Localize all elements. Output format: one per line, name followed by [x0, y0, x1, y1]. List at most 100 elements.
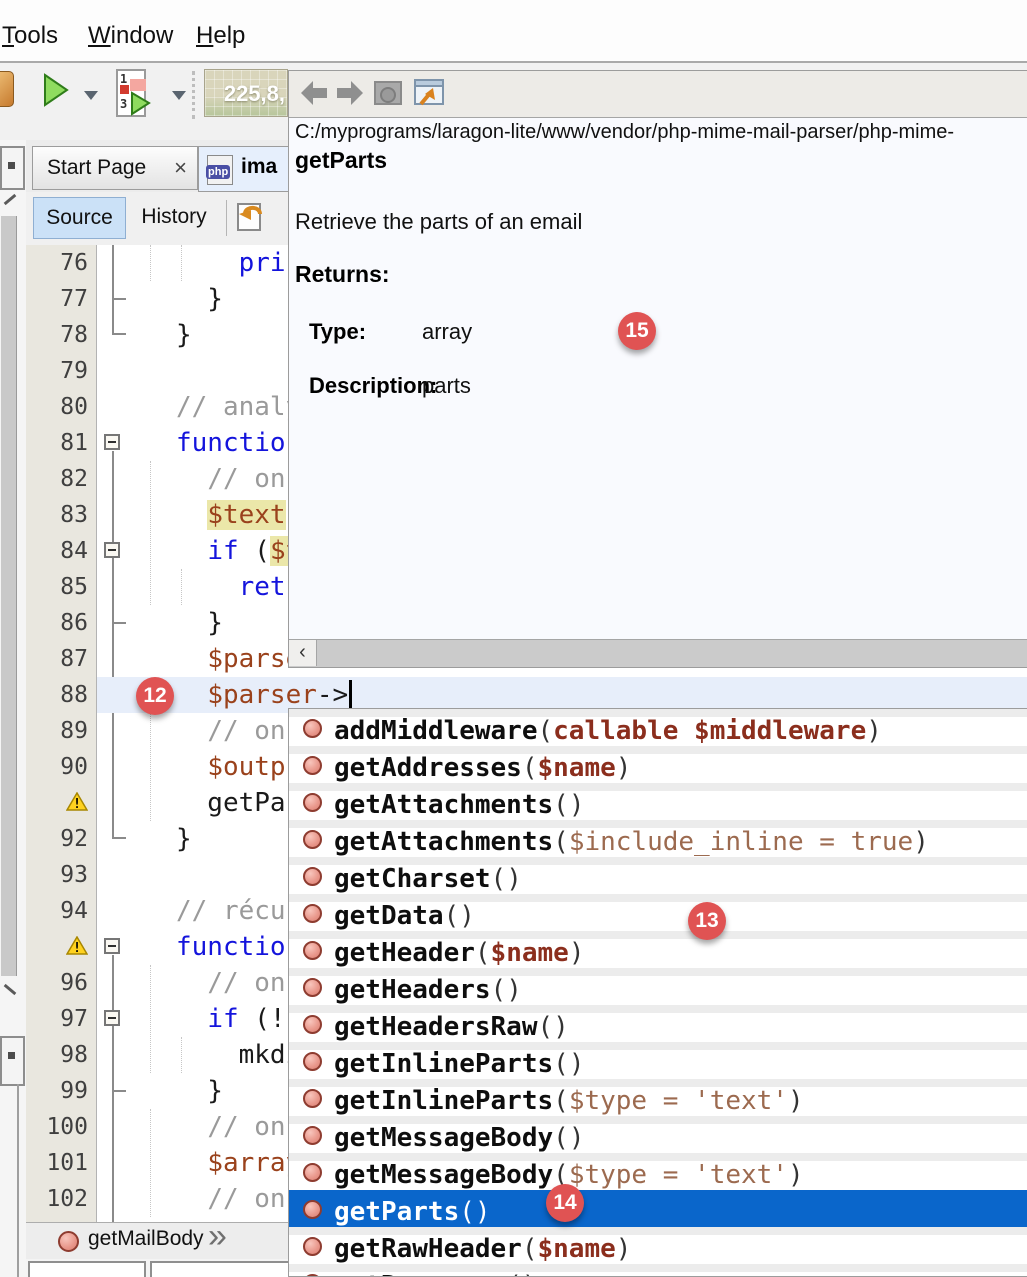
- memory-indicator[interactable]: 225,8,: [204, 69, 288, 117]
- callout-badge-15: 15: [618, 312, 656, 350]
- documentation-popup: C:/myprograms/laragon-lite/www/vendor/ph…: [288, 70, 1027, 668]
- completion-item-getCharset[interactable]: getCharset(): [289, 857, 1027, 894]
- completion-item-getMessageBody[interactable]: getMessageBody(): [289, 1116, 1027, 1153]
- line-number[interactable]: 82: [26, 461, 94, 497]
- method-icon: [303, 756, 322, 775]
- menu-window[interactable]: Window: [88, 22, 173, 50]
- rail-button-top[interactable]: [0, 146, 25, 190]
- line-number[interactable]: 85: [26, 569, 94, 605]
- forward-icon[interactable]: [333, 78, 367, 108]
- status-cell: [28, 1261, 146, 1277]
- line-number[interactable]: 86: [26, 605, 94, 641]
- rail-scroll-down-icon[interactable]: [4, 984, 17, 995]
- autocomplete-popup: addMiddleware(callable $middleware)getAd…: [288, 708, 1027, 1277]
- line-number[interactable]: 81: [26, 425, 94, 461]
- completion-item-getMessageBody[interactable]: getMessageBody($type = 'text'): [289, 1153, 1027, 1190]
- completion-item-getHeadersRaw[interactable]: getHeadersRaw(): [289, 1005, 1027, 1042]
- completion-item-addMiddleware[interactable]: addMiddleware(callable $middleware): [289, 709, 1027, 746]
- fold-minus: [108, 549, 116, 551]
- completion-item-getInlineParts[interactable]: getInlineParts($type = 'text'): [289, 1079, 1027, 1116]
- completion-item-getHeader[interactable]: getHeader($name): [289, 931, 1027, 968]
- line-number[interactable]: 94: [26, 893, 94, 929]
- code-text: }: [176, 1073, 223, 1109]
- line-number[interactable]: 90: [26, 749, 94, 785]
- line-number[interactable]: 79: [26, 353, 94, 389]
- scroll-left-icon[interactable]: ‹: [289, 640, 317, 666]
- code-text: }: [176, 281, 223, 317]
- line-number[interactable]: 87: [26, 641, 94, 677]
- method-icon: [303, 904, 322, 923]
- fold-collapse-icon[interactable]: [104, 434, 120, 450]
- doc-horizontal-scrollbar[interactable]: ‹: [289, 639, 1027, 667]
- line-number[interactable]: 84: [26, 533, 94, 569]
- svg-text:!: !: [73, 941, 81, 955]
- completion-item-getAttachments[interactable]: getAttachments(): [289, 783, 1027, 820]
- last-edit-icon[interactable]: [236, 200, 266, 232]
- toolbar-partial-icon[interactable]: [0, 71, 14, 107]
- debug-icon[interactable]: 1 3: [116, 69, 156, 119]
- warning-icon[interactable]: !: [26, 785, 94, 822]
- line-number[interactable]: 96: [26, 965, 94, 1001]
- fold-minus: [108, 441, 116, 443]
- toolbar-separator: [192, 71, 195, 119]
- completion-item-getAddresses[interactable]: getAddresses($name): [289, 746, 1027, 783]
- code-text: $outpu: [176, 749, 301, 785]
- code-text: }: [176, 821, 192, 857]
- tab-active-file[interactable]: php ima: [198, 146, 288, 192]
- debug-icon-arrow: [130, 79, 146, 91]
- close-icon[interactable]: ×: [174, 147, 187, 189]
- svg-text:!: !: [73, 797, 81, 811]
- line-number[interactable]: 77: [26, 281, 94, 317]
- line-number[interactable]: 78: [26, 317, 94, 353]
- code-text: function: [176, 929, 301, 965]
- code-text: // on: [176, 1181, 286, 1217]
- warning-icon[interactable]: !: [26, 929, 94, 966]
- rail-scroll-up-icon[interactable]: [4, 194, 17, 205]
- line-number[interactable]: 80: [26, 389, 94, 425]
- line-number[interactable]: 102: [26, 1181, 94, 1217]
- rail-button-bottom[interactable]: [0, 1036, 25, 1086]
- source-button[interactable]: Source: [33, 197, 126, 239]
- completion-item-getParts[interactable]: getParts(): [289, 1190, 1027, 1227]
- run-dropdown-icon[interactable]: [84, 91, 98, 100]
- code-text: getPar: [176, 785, 301, 821]
- line-number[interactable]: 83: [26, 497, 94, 533]
- debug-icon-three: 3: [120, 97, 127, 111]
- php-file-icon: php: [207, 155, 233, 185]
- completion-item-getRawHeader[interactable]: getRawHeader($name): [289, 1227, 1027, 1264]
- line-number[interactable]: 93: [26, 857, 94, 893]
- line-number[interactable]: 88: [26, 677, 94, 713]
- completion-item-getHeaders[interactable]: getHeaders(): [289, 968, 1027, 1005]
- debug-icon-one: 1: [120, 72, 127, 86]
- debug-dropdown-icon[interactable]: [172, 91, 186, 100]
- completion-item-getResource[interactable]: getResource(): [289, 1264, 1027, 1277]
- rail-scrollbar[interactable]: [1, 216, 17, 976]
- rail-dot: [8, 1052, 15, 1059]
- menu-help[interactable]: Help: [196, 22, 245, 50]
- chevron-right-icon[interactable]: »: [208, 1217, 227, 1256]
- external-browser-icon[interactable]: [411, 78, 447, 112]
- fold-collapse-icon[interactable]: [104, 1010, 120, 1026]
- line-number[interactable]: 100: [26, 1109, 94, 1145]
- fold-collapse-icon[interactable]: [104, 542, 120, 558]
- tab-start-page[interactable]: Start Page ×: [32, 146, 198, 190]
- fold-collapse-icon[interactable]: [104, 938, 120, 954]
- line-number[interactable]: 89: [26, 713, 94, 749]
- line-number[interactable]: 92: [26, 821, 94, 857]
- line-number[interactable]: 76: [26, 245, 94, 281]
- completion-item-getInlineParts[interactable]: getInlineParts(): [289, 1042, 1027, 1079]
- completion-item-getData[interactable]: getData(): [289, 894, 1027, 931]
- back-icon[interactable]: [297, 78, 331, 108]
- show-web-icon[interactable]: [373, 78, 405, 110]
- history-button[interactable]: History: [130, 197, 218, 239]
- rail-splitter[interactable]: [17, 1084, 19, 1277]
- line-number[interactable]: 98: [26, 1037, 94, 1073]
- doc-summary: Retrieve the parts of an email: [295, 209, 582, 235]
- line-number[interactable]: 97: [26, 1001, 94, 1037]
- completion-item-getAttachments[interactable]: getAttachments($include_inline = true): [289, 820, 1027, 857]
- run-icon[interactable]: [42, 73, 70, 107]
- ide-window: Tools Window Help 1 3 225,8,: [0, 0, 1027, 1277]
- menu-tools[interactable]: Tools: [2, 22, 58, 50]
- line-number[interactable]: 99: [26, 1073, 94, 1109]
- line-number[interactable]: 101: [26, 1145, 94, 1181]
